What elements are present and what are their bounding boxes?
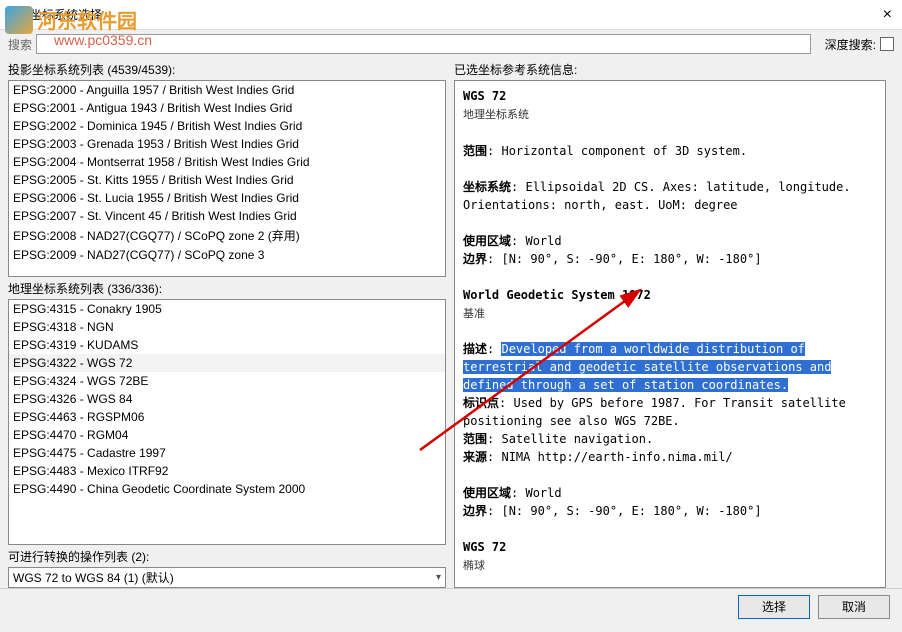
desc-highlighted: Developed from a worldwide distribution … <box>463 342 831 392</box>
scope-value: : Horizontal component of 3D system. <box>487 144 747 158</box>
area-value: : World <box>511 234 562 248</box>
list-item[interactable]: EPSG:4470 - RGM04 <box>9 426 445 444</box>
window-title: 坐标系统选择 <box>30 6 102 23</box>
datum-title: World Geodetic System 1972 <box>463 288 651 302</box>
list-item[interactable]: EPSG:4324 - WGS 72BE <box>9 372 445 390</box>
list-item[interactable]: EPSG:4319 - KUDAMS <box>9 336 445 354</box>
ops-list-label: 可进行转换的操作列表 (2): <box>8 545 446 567</box>
list-item[interactable]: EPSG:2007 - St. Vincent 45 / British Wes… <box>9 207 445 225</box>
right-column: 已选坐标参考系统信息: WGS 72 地理坐标系统 范围: Horizontal… <box>450 58 894 588</box>
main-content: 投影坐标系统列表 (4539/4539): EPSG:2000 - Anguil… <box>0 58 902 588</box>
info-panel[interactable]: WGS 72 地理坐标系统 范围: Horizontal component o… <box>454 80 886 588</box>
crs-subtitle: 地理坐标系统 <box>463 108 529 121</box>
proj-list-label: 投影坐标系统列表 (4539/4539): <box>8 58 446 80</box>
proj-listbox[interactable]: EPSG:2000 - Anguilla 1957 / British West… <box>8 80 446 277</box>
source-label: 来源 <box>463 450 487 464</box>
list-item[interactable]: EPSG:4315 - Conakry 1905 <box>9 300 445 318</box>
list-item[interactable]: EPSG:2001 - Antigua 1943 / British West … <box>9 99 445 117</box>
app-icon <box>8 7 24 23</box>
geo-listbox[interactable]: EPSG:4315 - Conakry 1905EPSG:4318 - NGNE… <box>8 299 446 544</box>
list-item[interactable]: EPSG:4322 - WGS 72 <box>9 354 445 372</box>
datum-subtitle: 基准 <box>463 307 485 320</box>
list-item[interactable]: EPSG:2008 - NAD27(CGQ77) / SCoPQ zone 2 … <box>9 225 445 246</box>
source-value: : NIMA http://earth-info.nima.mil/ <box>487 450 733 464</box>
list-item[interactable]: EPSG:4483 - Mexico ITRF92 <box>9 462 445 480</box>
desc-label: 描述 <box>463 342 487 356</box>
search-input[interactable] <box>36 34 811 54</box>
list-item[interactable]: EPSG:2000 - Anguilla 1957 / British West… <box>9 81 445 99</box>
bounds-label: 边界 <box>463 252 487 266</box>
cancel-button[interactable]: 取消 <box>818 595 890 619</box>
origin-label: 标识点 <box>463 396 499 410</box>
deep-search-group: 深度搜索: <box>825 36 894 53</box>
info-label: 已选坐标参考系统信息: <box>454 58 886 80</box>
list-item[interactable]: EPSG:4326 - WGS 84 <box>9 390 445 408</box>
area2-label: 使用区域 <box>463 486 511 500</box>
list-item[interactable]: EPSG:2003 - Grenada 1953 / British West … <box>9 135 445 153</box>
ellipsoid-subtitle: 椭球 <box>463 559 485 572</box>
close-icon[interactable]: × <box>883 6 892 24</box>
scope2-label: 范围 <box>463 432 487 446</box>
ellipsoid-title: WGS 72 <box>463 540 506 554</box>
deep-search-label: 深度搜索: <box>825 36 876 53</box>
search-bar: 搜索 深度搜索: <box>0 30 902 58</box>
area-label: 使用区域 <box>463 234 511 248</box>
desc-pre: : <box>487 342 501 356</box>
cs-label: 坐标系统 <box>463 180 511 194</box>
list-item[interactable]: EPSG:4318 - NGN <box>9 318 445 336</box>
list-item[interactable]: EPSG:2005 - St. Kitts 1955 / British Wes… <box>9 171 445 189</box>
ops-dropdown[interactable]: WGS 72 to WGS 84 (1) (默认) <box>8 567 446 588</box>
list-item[interactable]: EPSG:4490 - China Geodetic Coordinate Sy… <box>9 480 445 498</box>
bounds2-value: : [N: 90°, S: -90°, E: 180°, W: -180°] <box>487 504 762 518</box>
search-label: 搜索 <box>8 36 32 53</box>
area2-value: : World <box>511 486 562 500</box>
title-bar: 坐标系统选择 × <box>0 0 902 30</box>
list-item[interactable]: EPSG:2002 - Dominica 1945 / British West… <box>9 117 445 135</box>
bounds2-label: 边界 <box>463 504 487 518</box>
crs-title: WGS 72 <box>463 89 506 103</box>
list-item[interactable]: EPSG:4475 - Cadastre 1997 <box>9 444 445 462</box>
scope2-value: : Satellite navigation. <box>487 432 653 446</box>
left-column: 投影坐标系统列表 (4539/4539): EPSG:2000 - Anguil… <box>0 58 450 588</box>
geo-list-label: 地理坐标系统列表 (336/336): <box>8 277 446 299</box>
cs-value: : Ellipsoidal 2D CS. Axes: latitude, lon… <box>463 180 851 212</box>
list-item[interactable]: EPSG:2004 - Montserrat 1958 / British We… <box>9 153 445 171</box>
scope-label: 范围 <box>463 144 487 158</box>
footer: 选择 取消 <box>0 588 902 624</box>
origin-value: : Used by GPS before 1987. For Transit s… <box>463 396 846 428</box>
list-item[interactable]: EPSG:2009 - NAD27(CGQ77) / SCoPQ zone 3 <box>9 246 445 264</box>
bounds-value: : [N: 90°, S: -90°, E: 180°, W: -180°] <box>487 252 762 266</box>
list-item[interactable]: EPSG:4463 - RGSPM06 <box>9 408 445 426</box>
list-item[interactable]: EPSG:2006 - St. Lucia 1955 / British Wes… <box>9 189 445 207</box>
select-button[interactable]: 选择 <box>738 595 810 619</box>
deep-search-checkbox[interactable] <box>880 37 894 51</box>
ops-value: WGS 72 to WGS 84 (1) (默认) <box>13 569 174 586</box>
